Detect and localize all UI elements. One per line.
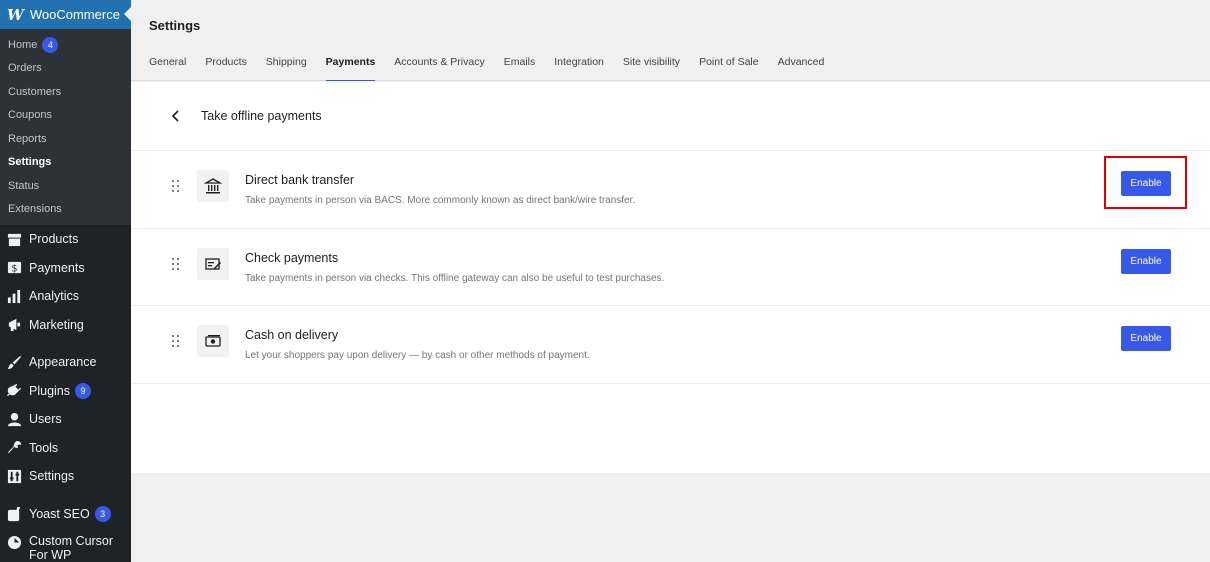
user-icon — [6, 411, 22, 427]
sidebar-item-settings[interactable]: Settings — [0, 462, 131, 490]
sidebar-item-payments[interactable]: $ Payments — [0, 253, 131, 282]
tab-payments[interactable]: Payments — [325, 56, 375, 81]
svg-text:$: $ — [11, 263, 17, 274]
sidebar-item-yoast[interactable]: Yoast SEO 3 — [0, 500, 131, 528]
panel-header: Take offline payments — [131, 82, 1210, 151]
tab-advanced[interactable]: Advanced — [778, 56, 825, 81]
highlight-box — [1104, 156, 1187, 209]
gateway-row-cod: Cash on delivery Let your shoppers pay u… — [131, 306, 1210, 384]
submenu-label: Customers — [8, 85, 62, 98]
settings-tabs: General Products Shipping Payments Accou… — [149, 56, 843, 81]
sidebar-item-analytics[interactable]: Analytics — [0, 282, 131, 310]
sidebar-item-woocommerce[interactable]: W WooCommerce — [0, 0, 132, 29]
submenu-label: Settings — [8, 156, 52, 169]
gateway-row-cheque: Check payments Take payments in person v… — [131, 229, 1210, 306]
home-count-badge: 4 — [42, 36, 59, 53]
submenu-item-reports[interactable]: Reports — [0, 127, 131, 151]
chevron-left-icon[interactable] — [171, 109, 181, 123]
sidebar-item-label: WooCommerce — [29, 7, 120, 22]
tab-emails[interactable]: Emails — [504, 56, 536, 81]
admin-sidebar: W WooCommerce Home 4 Orders Customers Co… — [0, 0, 132, 562]
submenu-label: Status — [8, 179, 40, 192]
sidebar-item-marketing[interactable]: Marketing — [0, 310, 131, 339]
drag-handle-icon[interactable] — [172, 180, 180, 194]
woocommerce-submenu: Home 4 Orders Customers Coupons Reports … — [0, 29, 131, 225]
sidebar-separator — [0, 490, 131, 500]
page-title: Settings — [149, 18, 201, 33]
yoast-count-badge: 3 — [94, 506, 111, 522]
submenu-item-orders[interactable]: Orders — [0, 57, 131, 81]
sidebar-item-custom-cursor[interactable]: Custom Cursor For WP — [0, 528, 131, 562]
drag-handle-icon[interactable] — [172, 335, 180, 349]
sidebar-item-label: Payments — [29, 260, 85, 275]
paintbrush-icon — [6, 354, 22, 370]
submenu-label: Reports — [8, 132, 47, 145]
dollar-icon: $ — [6, 260, 22, 276]
sidebar-item-label: Tools — [29, 440, 59, 455]
sliders-icon — [6, 468, 22, 484]
sidebar-item-plugins[interactable]: Plugins 9 — [0, 376, 131, 405]
submenu-item-customers[interactable]: Customers — [0, 80, 131, 104]
tab-site-visibility[interactable]: Site visibility — [623, 56, 680, 81]
sidebar-item-label: Yoast SEO — [29, 507, 90, 521]
sidebar-item-label: Appearance — [29, 355, 97, 369]
wrench-icon — [6, 440, 22, 456]
tab-products[interactable]: Products — [205, 56, 246, 81]
tab-shipping[interactable]: Shipping — [266, 56, 307, 81]
tab-accounts-privacy[interactable]: Accounts & Privacy — [394, 56, 484, 81]
cash-icon — [197, 325, 229, 357]
drag-handle-icon[interactable] — [172, 257, 180, 272]
check-icon — [197, 247, 229, 280]
submenu-label: Extensions — [8, 203, 62, 216]
plug-icon — [6, 383, 22, 399]
submenu-label: Coupons — [8, 109, 53, 122]
sidebar-item-label: Products — [29, 232, 79, 246]
sidebar-item-label: Marketing — [29, 317, 84, 332]
sidebar-item-label: Analytics — [29, 289, 80, 303]
submenu-item-home[interactable]: Home 4 — [0, 33, 131, 57]
yoast-icon — [6, 506, 22, 522]
panel-title: Take offline payments — [201, 109, 322, 123]
gateway-row-bacs: Direct bank transfer Take payments in pe… — [131, 151, 1210, 229]
gateway-title: Direct bank transfer — [245, 173, 355, 187]
main-content: Settings General Products Shipping Payme… — [131, 0, 1210, 562]
gateway-description: Let your shoppers pay upon delivery — by… — [245, 350, 590, 361]
gateway-title: Cash on delivery — [245, 328, 339, 342]
submenu-label: Home — [8, 38, 38, 51]
cursor-icon — [6, 534, 22, 550]
submenu-item-settings[interactable]: Settings — [0, 151, 131, 175]
submenu-item-extensions[interactable]: Extensions — [0, 198, 131, 222]
offline-payments-panel: Take offline payments Direct bank transf… — [131, 82, 1210, 473]
sidebar-separator — [0, 339, 131, 348]
sidebar-item-label: Custom Cursor For WP — [29, 534, 114, 562]
tab-point-of-sale[interactable]: Point of Sale — [699, 56, 759, 81]
tab-integration[interactable]: Integration — [554, 56, 604, 81]
sidebar-item-appearance[interactable]: Appearance — [0, 348, 131, 376]
sidebar-item-products[interactable]: Products — [0, 225, 131, 253]
submenu-item-status[interactable]: Status — [0, 174, 131, 198]
submenu-item-coupons[interactable]: Coupons — [0, 104, 131, 128]
bank-icon — [197, 170, 229, 202]
settings-header: Settings General Products Shipping Payme… — [131, 0, 1210, 81]
sidebar-item-label: Settings — [29, 469, 75, 483]
sidebar-item-tools[interactable]: Tools — [0, 433, 131, 462]
gateway-title: Check payments — [245, 250, 339, 265]
sidebar-item-users[interactable]: Users — [0, 405, 131, 433]
sidebar-item-label: Plugins — [29, 383, 70, 398]
megaphone-icon — [6, 317, 22, 333]
submenu-label: Orders — [8, 62, 42, 75]
sidebar-item-label: Users — [29, 412, 62, 426]
archive-icon — [6, 231, 22, 247]
bar-chart-icon — [6, 288, 22, 304]
enable-cheque-button[interactable]: Enable — [1121, 248, 1171, 274]
gateway-description: Take payments in person via BACS. More c… — [245, 195, 636, 206]
gateway-description: Take payments in person via checks. This… — [245, 272, 665, 284]
enable-cod-button[interactable]: Enable — [1121, 326, 1171, 351]
plugins-count-badge: 9 — [75, 382, 91, 399]
tab-general[interactable]: General — [149, 56, 186, 81]
woocommerce-logo-icon: W — [7, 5, 24, 24]
